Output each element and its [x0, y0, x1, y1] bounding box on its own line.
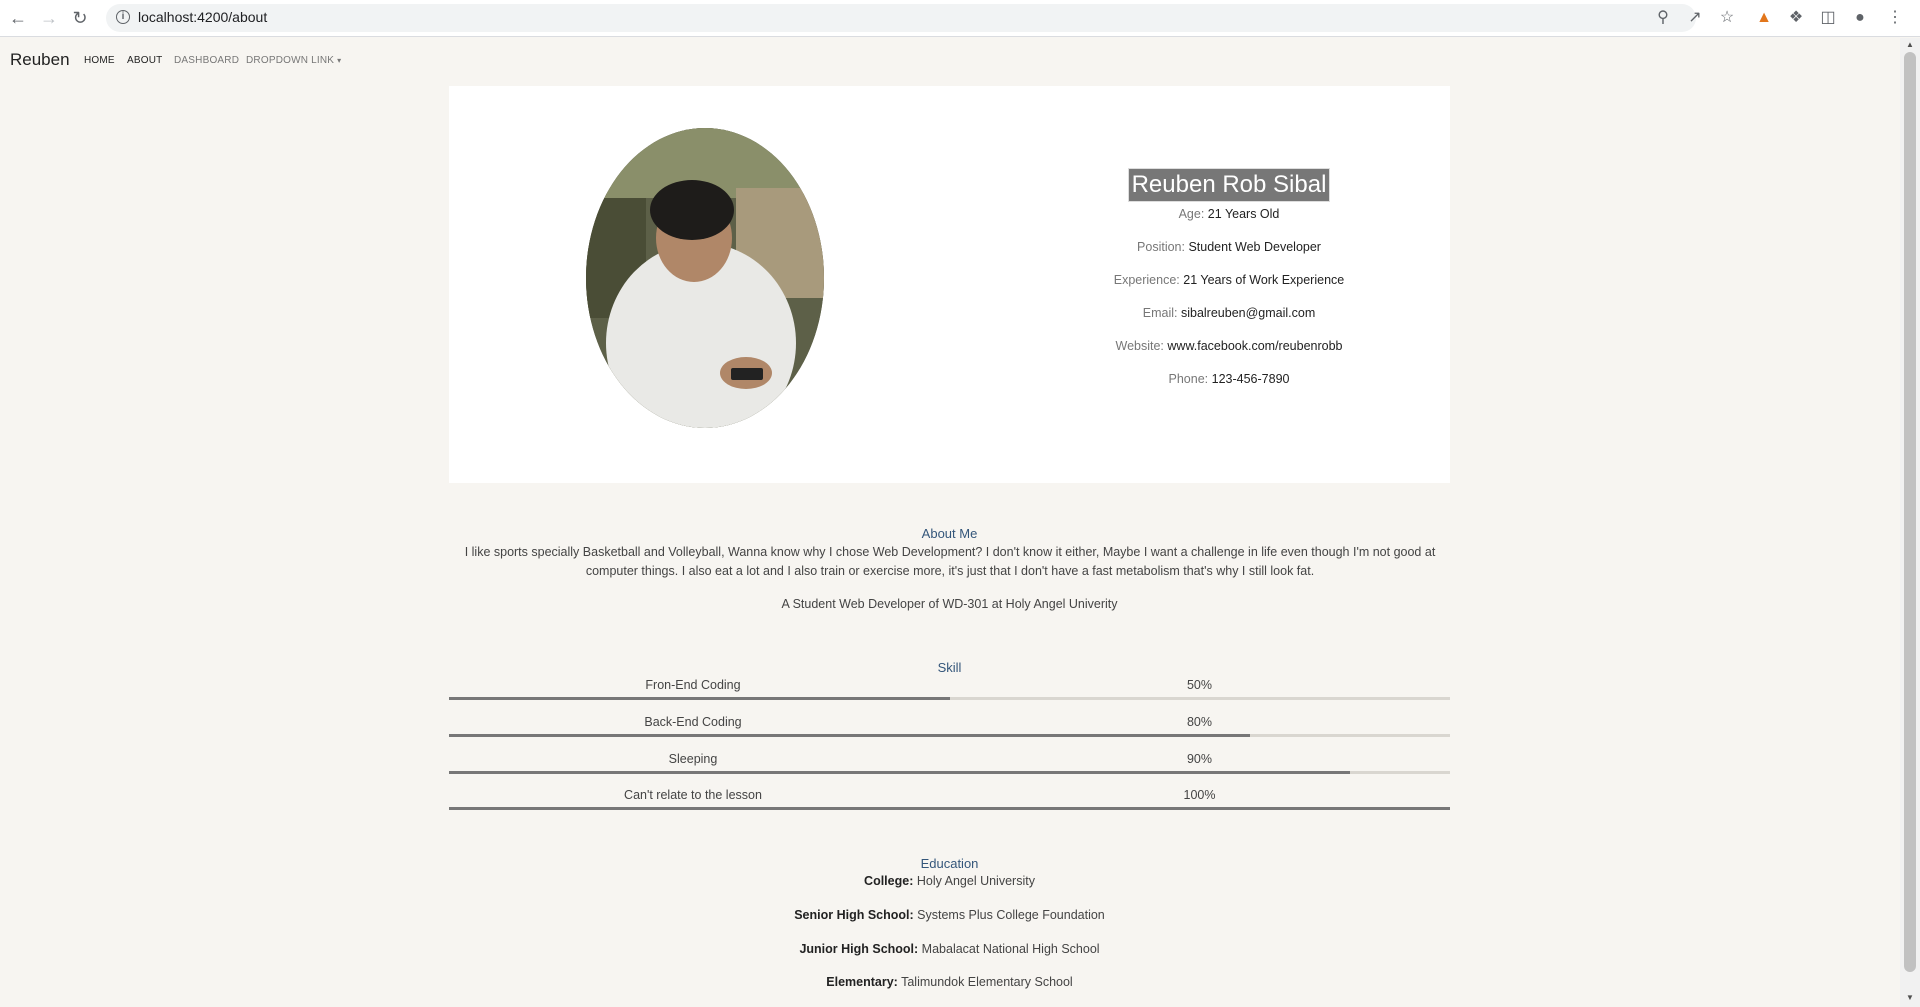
profile-card: Reuben Rob Sibal Age: 21 Years Old Posit… [449, 86, 1450, 483]
field-value: sibalreuben@gmail.com [1180, 306, 1316, 320]
skill-name: Can't relate to the lesson [624, 788, 762, 802]
about-title: About Me [921, 526, 978, 541]
field-value: www.facebook.com/reubenrobb [1167, 339, 1343, 353]
back-icon[interactable]: ← [6, 6, 30, 30]
profile-email: Email: sibalreuben@gmail.com [1029, 305, 1429, 321]
education-value: Holy Angel University [916, 874, 1035, 888]
reload-icon[interactable]: ↻ [68, 6, 92, 30]
field-label: Position: [1137, 240, 1185, 254]
skill-percent: 80% [1186, 715, 1213, 729]
skill-progress-track [449, 697, 1450, 700]
nav-dropdown-link[interactable]: DROPDOWN LINK ▾ [246, 55, 341, 66]
profile-position: Position: Student Web Developer [1029, 239, 1429, 255]
address-bar[interactable]: i localhost:4200/about [106, 4, 1696, 32]
browser-toolbar: ← → ↻ i localhost:4200/about ⚲ ↗ ☆ ▲ ❖ ◫… [0, 0, 1920, 37]
skill-progress-fill [449, 734, 1250, 737]
skill-row: Back-End Coding 80% [449, 715, 1450, 745]
education-value: Mabalacat National High School [921, 942, 1100, 956]
field-label: Website: [1115, 339, 1164, 353]
profile-avatar-icon[interactable]: ● [1849, 7, 1871, 29]
nav-home[interactable]: HOME [84, 55, 115, 66]
nav-dashboard[interactable]: DASHBOARD [174, 55, 239, 66]
scrollbar-thumb[interactable] [1904, 52, 1916, 972]
skill-progress-fill [449, 771, 1350, 774]
menu-kebab-icon[interactable]: ⋮ [1884, 7, 1906, 29]
education-title: Education [920, 856, 979, 871]
nav-dropdown-label: DROPDOWN LINK [246, 55, 335, 66]
field-value: 21 Years Old [1207, 207, 1280, 221]
field-label: Email: [1142, 306, 1178, 320]
profile-name: Reuben Rob Sibal [1127, 168, 1331, 202]
page-scrollbar[interactable]: ▲ ▼ [1900, 38, 1920, 1007]
extensions-puzzle-icon[interactable]: ❖ [1785, 7, 1807, 29]
education-item: Elementary: Talimundok Elementary School [449, 975, 1450, 989]
forward-icon[interactable]: → [37, 6, 61, 30]
education-value: Talimundok Elementary School [901, 975, 1073, 989]
skill-progress-fill [449, 807, 1450, 810]
profile-info: Reuben Rob Sibal Age: 21 Years Old Posit… [1029, 168, 1429, 387]
navbar-brand[interactable]: Reuben [10, 50, 70, 70]
profile-experience: Experience: 21 Years of Work Experience [1029, 272, 1429, 288]
education-label: Elementary: [826, 975, 898, 989]
share-icon[interactable]: ↗ [1684, 7, 1706, 29]
skill-progress-track [449, 807, 1450, 810]
scroll-up-arrow-icon[interactable]: ▲ [1905, 40, 1915, 49]
url-text[interactable]: localhost:4200/about [138, 9, 267, 25]
skill-title: Skill [937, 660, 962, 675]
bookmark-star-icon[interactable]: ☆ [1716, 7, 1738, 29]
about-text: I like sports specially Basketball and V… [464, 545, 1436, 578]
skill-progress-track [449, 734, 1450, 737]
profile-website: Website: www.facebook.com/reubenrobb [1029, 338, 1429, 354]
education-label: College: [864, 874, 914, 888]
skill-name: Back-End Coding [644, 715, 742, 729]
education-item: Junior High School: Mabalacat National H… [449, 942, 1450, 956]
skill-percent: 90% [1186, 752, 1213, 766]
metamask-extension-icon[interactable]: ▲ [1753, 7, 1775, 29]
skill-percent: 100% [1183, 788, 1216, 802]
zoom-icon[interactable]: ⚲ [1652, 7, 1674, 29]
skill-name: Fron-End Coding [645, 678, 741, 692]
skill-name: Sleeping [668, 752, 718, 766]
education-item: Senior High School: Systems Plus College… [449, 908, 1450, 922]
field-value: Student Web Developer [1188, 240, 1321, 254]
skill-row: Fron-End Coding 50% [449, 678, 1450, 708]
nav-about[interactable]: ABOUT [127, 55, 162, 66]
profile-phone: Phone: 123-456-7890 [1029, 371, 1429, 387]
skill-row: Can't relate to the lesson 100% [449, 788, 1450, 818]
skill-progress-fill [449, 697, 950, 700]
skill-percent: 50% [1186, 678, 1213, 692]
site-info-icon[interactable]: i [116, 10, 130, 24]
field-label: Phone: [1168, 372, 1209, 386]
field-value: 21 Years of Work Experience [1183, 273, 1345, 287]
scroll-down-arrow-icon[interactable]: ▼ [1905, 993, 1915, 1002]
field-label: Age: [1178, 207, 1205, 221]
field-label: Experience: [1113, 273, 1180, 287]
skill-progress-track [449, 771, 1450, 774]
education-item: College: Holy Angel University [449, 874, 1450, 888]
caret-down-icon: ▾ [337, 56, 342, 65]
education-label: Junior High School: [799, 942, 919, 956]
site-navbar: Reuben HOME ABOUT DASHBOARD DROPDOWN LIN… [0, 38, 1900, 82]
skill-row: Sleeping 90% [449, 752, 1450, 782]
field-value: 123-456-7890 [1211, 372, 1290, 386]
education-value: Systems Plus College Foundation [917, 908, 1105, 922]
profile-age: Age: 21 Years Old [1029, 206, 1429, 222]
profile-photo [586, 128, 824, 428]
about-subtitle: A Student Web Developer of WD-301 at Hol… [781, 597, 1118, 611]
side-panel-icon[interactable]: ◫ [1817, 7, 1839, 29]
education-label: Senior High School: [794, 908, 914, 922]
